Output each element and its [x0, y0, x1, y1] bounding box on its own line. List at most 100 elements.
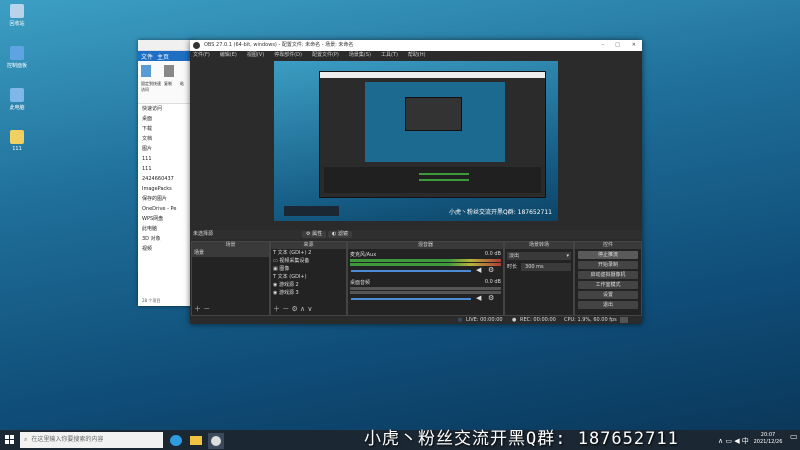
menu-docks[interactable]: 停靠部件(D) [274, 51, 302, 60]
recycle-bin-icon[interactable]: 回收站 [4, 4, 30, 27]
menu-scene-collection[interactable]: 场景集(S) [349, 51, 371, 60]
stop-streaming-button[interactable]: 停止推流 [578, 251, 638, 259]
mixer-header: 混音器 [348, 242, 503, 249]
transitions-header: 场景转场 [505, 242, 573, 249]
scene-item[interactable]: 场景 [192, 249, 269, 257]
duration-input[interactable]: 300 ms [521, 263, 571, 271]
nav-item-wps[interactable]: WPS网盘 [142, 214, 194, 224]
source-item-label: 文本 (GDI+) 2 [277, 250, 312, 256]
notification-icon[interactable]: ▭ [790, 432, 798, 448]
source-item-label: 图像 [279, 266, 290, 272]
nav-item-quick-access[interactable]: 快速访问 [142, 104, 194, 114]
menu-tools[interactable]: 工具(T) [381, 51, 398, 60]
file-explorer-icon[interactable] [190, 436, 202, 445]
gear-icon[interactable]: ⚙ [291, 305, 297, 313]
source-item[interactable]: ▭ 视频采集设备 [271, 257, 346, 265]
windows-start-icon[interactable] [5, 435, 15, 445]
transitions-dock: 场景转场 淡出 ▾ 时长 300 ms [504, 241, 574, 316]
chevron-down-icon: ▾ [566, 253, 569, 259]
exit-button[interactable]: 退出 [578, 301, 638, 309]
nav-item-this-pc[interactable]: 此电脑 [142, 224, 194, 234]
nav-item[interactable]: 保存的图片 [142, 194, 194, 204]
source-item[interactable]: ◉ 游戏源 2 [271, 281, 346, 289]
nav-item-onedrive[interactable]: OneDrive - Pe [142, 204, 194, 214]
nav-item[interactable]: 2424660437 [142, 174, 194, 184]
nav-item[interactable]: 3D 对象 [142, 234, 194, 244]
menu-file[interactable]: 文件(F) [193, 51, 210, 60]
system-tray-icons[interactable]: ∧ ▭ ◀ 中 [718, 436, 749, 446]
pin-icon[interactable] [141, 65, 151, 77]
close-icon[interactable]: ✕ [632, 40, 636, 51]
start-recording-button[interactable]: 开始录制 [578, 261, 638, 269]
taskbar-search[interactable]: ⌕ 在这里输入你要搜索的内容 [20, 432, 163, 448]
nested-docks [324, 167, 541, 193]
transition-select[interactable]: 淡出 ▾ [507, 252, 571, 260]
obs-window[interactable]: OBS 27.0.1 (64-bit, windows) - 配置文件: 未命名… [190, 40, 642, 324]
nav-item[interactable]: 视频 [142, 244, 194, 254]
source-item[interactable]: ▣ 图像 [271, 265, 346, 273]
edge-browser-icon[interactable] [170, 435, 182, 446]
obs-titlebar[interactable]: OBS 27.0.1 (64-bit, windows) - 配置文件: 未命名… [190, 40, 642, 51]
nav-item[interactable]: ImagePacks [142, 184, 194, 194]
channel-db: 0.0 dB [484, 251, 501, 257]
nested-preview [365, 82, 505, 162]
volume-meter [350, 259, 501, 262]
up-icon[interactable]: ∧ [300, 305, 305, 313]
menu-profile[interactable]: 配置文件(P) [312, 51, 339, 60]
nav-item[interactable]: 文档 [142, 134, 194, 144]
controls-header: 控件 [575, 242, 641, 249]
menu-view[interactable]: 视图(V) [247, 51, 264, 60]
tab-file[interactable]: 文件 [141, 52, 153, 61]
remove-icon[interactable]: － [282, 305, 289, 313]
nav-item[interactable]: 下载 [142, 124, 194, 134]
obs-taskbar-button[interactable] [208, 433, 224, 449]
tab-home[interactable]: 主页 [157, 52, 169, 61]
maximize-icon[interactable]: □ [615, 40, 620, 51]
mixer-dock: 混音器 麦克风/Aux 0.0 dB ◀ ⚙ 桌面音频 0.0 dB ◀ ⚙ [347, 241, 504, 316]
filters-button[interactable]: ◐ 滤镜 [328, 231, 352, 238]
menu-help[interactable]: 帮助(H) [408, 51, 426, 60]
source-item[interactable]: ◉ 游戏源 3 [271, 289, 346, 297]
volume-slider-row: ◀ ⚙ [348, 294, 503, 303]
taskbar-clock[interactable]: 20:07 2021/12/26 [748, 432, 788, 446]
add-icon[interactable]: ＋ [194, 305, 201, 313]
menu-edit[interactable]: 编辑(E) [220, 51, 237, 60]
remove-icon[interactable]: － [203, 305, 210, 313]
mixer-channel-2: 桌面音频 0.0 dB [348, 275, 503, 286]
gamepad-icon: ◉ [273, 282, 278, 288]
speaker-icon[interactable]: ◀ [476, 294, 481, 302]
nav-item[interactable]: 图片 [142, 144, 194, 154]
obs-menubar: 文件(F) 编辑(E) 视图(V) 停靠部件(D) 配置文件(P) 场景集(S)… [190, 51, 642, 60]
rec-icon: ● [512, 317, 517, 323]
obs-preview[interactable]: 小虎丶粉丝交流开黑Q群: 187652711 [274, 61, 558, 221]
scenes-header: 场景 [192, 242, 269, 249]
live-icon: ◎ [458, 317, 463, 323]
clock-date: 2021/12/26 [753, 439, 783, 445]
gear-icon[interactable]: ⚙ [488, 294, 494, 302]
down-icon[interactable]: ∨ [307, 305, 312, 313]
source-item[interactable]: T 文本 (GDI+) [271, 273, 346, 281]
explorer-titlebar[interactable] [138, 40, 194, 51]
speaker-icon[interactable]: ◀ [476, 266, 481, 274]
properties-button[interactable]: ⚙ 属性 [302, 231, 327, 238]
nav-item[interactable]: 桌面 [142, 114, 194, 124]
settings-button[interactable]: 设置 [578, 291, 638, 299]
source-item[interactable]: T 文本 (GDI+) 2 [271, 249, 346, 257]
gear-icon[interactable]: ⚙ [488, 266, 494, 274]
filters-label: 滤镜 [337, 231, 348, 237]
file-explorer-window[interactable]: 文件 主页 固定到快速访问 复制 粘 快速访问 桌面 下载 文档 图片 111 … [138, 40, 194, 306]
this-pc-icon[interactable]: 此电脑 [4, 88, 30, 111]
nav-item[interactable]: 111 [142, 164, 194, 174]
controls-dock: 控件 停止推流 开始录制 启动虚拟摄像机 工作室模式 设置 退出 [574, 241, 642, 316]
nav-item[interactable]: 111 [142, 154, 194, 164]
copy-icon[interactable] [164, 65, 174, 77]
volume-slider[interactable] [351, 298, 471, 300]
control-panel-icon[interactable]: 控制面板 [4, 46, 30, 69]
volume-slider[interactable] [351, 270, 471, 272]
add-icon[interactable]: ＋ [273, 305, 280, 313]
file-111-icon[interactable]: 111 [4, 130, 30, 152]
minimize-icon[interactable]: – [602, 40, 605, 51]
explorer-nav-pane: 快速访问 桌面 下载 文档 图片 111 111 2424660437 Imag… [138, 104, 194, 254]
studio-mode-button[interactable]: 工作室模式 [578, 281, 638, 289]
start-virtual-camera-button[interactable]: 启动虚拟摄像机 [578, 271, 638, 279]
